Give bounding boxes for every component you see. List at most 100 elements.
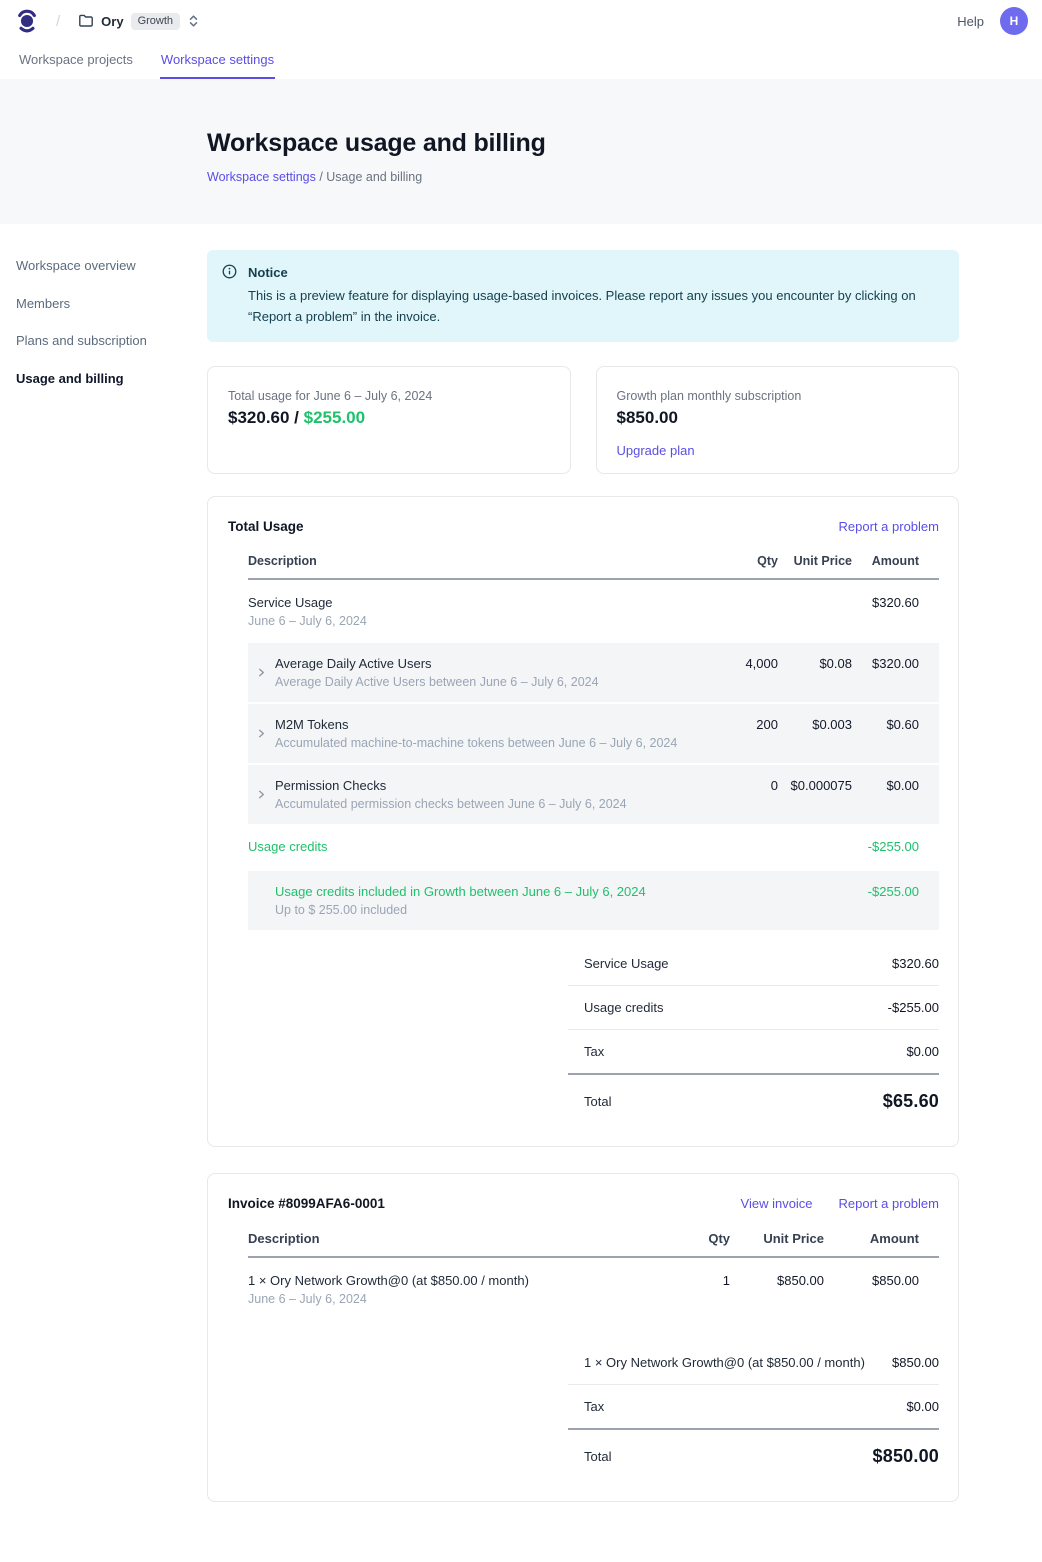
invoice-totals: 1 × Ory Network Growth@0 (at $850.00 / m…: [568, 1341, 939, 1481]
sidebar-item-plans-subscription[interactable]: Plans and subscription: [16, 328, 207, 353]
col-qty: Qty: [708, 554, 778, 568]
invoice-table-header: Description Qty Unit Price Amount: [248, 1231, 939, 1258]
table-row[interactable]: Permission Checks Accumulated permission …: [248, 765, 939, 824]
totals-label: Tax: [584, 1399, 604, 1414]
col-unit-price: Unit Price: [778, 554, 852, 568]
breadcrumb-divider: /: [316, 170, 326, 184]
totals-label: Usage credits: [584, 1000, 663, 1015]
usage-totals: Service Usage $320.60 Usage credits -$25…: [568, 942, 939, 1126]
totals-label: 1 × Ory Network Growth@0 (at $850.00 / m…: [584, 1355, 865, 1370]
table-row[interactable]: M2M Tokens Accumulated machine-to-machine…: [248, 704, 939, 763]
col-description: Description: [248, 554, 708, 568]
chevron-right-icon[interactable]: [256, 667, 267, 678]
workspace-name: Ory: [101, 14, 123, 29]
table-row: Usage credits included in Growth between…: [248, 871, 939, 930]
row-title: M2M Tokens: [275, 717, 677, 732]
tab-workspace-settings[interactable]: Workspace settings: [160, 42, 275, 79]
view-invoice-link[interactable]: View invoice: [741, 1196, 813, 1211]
breadcrumb-settings-link[interactable]: Workspace settings: [207, 170, 316, 184]
report-problem-link[interactable]: Report a problem: [839, 1196, 939, 1211]
help-button[interactable]: Help: [957, 14, 984, 29]
row-amount: -$255.00: [852, 884, 939, 899]
row-amount: $0.00: [852, 778, 939, 793]
table-row: Usage credits -$255.00: [248, 824, 939, 868]
sidebar-item-usage-billing[interactable]: Usage and billing: [16, 366, 207, 391]
totals-label: Tax: [584, 1044, 604, 1059]
row-amount: -$255.00: [852, 839, 939, 854]
subscription-value: $850.00: [617, 408, 939, 428]
col-unit-price: Unit Price: [730, 1231, 824, 1246]
usage-amount: $320.60: [228, 408, 289, 427]
user-avatar[interactable]: H: [1000, 7, 1028, 35]
row-title: Usage credits: [248, 839, 708, 854]
invoice-card: Invoice #8099AFA6-0001 View invoice Repo…: [207, 1173, 959, 1502]
ory-logo-icon[interactable]: [16, 8, 38, 34]
preview-notice: Notice This is a preview feature for dis…: [207, 250, 959, 342]
row-title: Usage credits included in Growth between…: [275, 884, 708, 899]
row-unit-price: $0.003: [778, 717, 852, 732]
totals-row-total: Total $850.00: [568, 1428, 939, 1481]
tab-workspace-projects[interactable]: Workspace projects: [18, 42, 134, 79]
report-problem-link[interactable]: Report a problem: [839, 519, 939, 534]
row-amount: $320.00: [852, 656, 939, 671]
col-amount: Amount: [852, 554, 939, 568]
totals-amount: $0.00: [906, 1399, 939, 1414]
totals-amount: $0.00: [906, 1044, 939, 1059]
subscription-label: Growth plan monthly subscription: [617, 389, 939, 403]
totals-amount: $850.00: [892, 1355, 939, 1370]
totals-row: Tax $0.00: [568, 1030, 939, 1073]
usage-value-separator: /: [289, 408, 303, 427]
summary-cards: Total usage for June 6 – July 6, 2024 $3…: [207, 366, 959, 474]
chevron-right-icon[interactable]: [256, 789, 267, 800]
breadcrumb: Workspace settings / Usage and billing: [207, 170, 1042, 184]
col-description: Description: [248, 1231, 660, 1246]
caret-sort-icon: [187, 14, 200, 28]
chevron-right-icon[interactable]: [256, 728, 267, 739]
totals-row: Tax $0.00: [568, 1385, 939, 1428]
main-content: Notice This is a preview feature for dis…: [207, 224, 959, 1562]
top-bar: / Ory Growth Help H: [0, 0, 1042, 42]
row-qty: 1: [660, 1273, 730, 1288]
invoice-title: Invoice #8099AFA6-0001: [228, 1196, 385, 1211]
info-icon: [222, 263, 237, 327]
sidebar-item-members[interactable]: Members: [16, 291, 207, 316]
breadcrumb-separator: /: [56, 13, 60, 30]
row-unit-price: $850.00: [730, 1273, 824, 1288]
row-subtitle: Accumulated machine-to-machine tokens be…: [275, 736, 677, 750]
page-header: Workspace usage and billing Workspace se…: [0, 79, 1042, 224]
totals-row: Usage credits -$255.00: [568, 986, 939, 1030]
totals-amount: $320.60: [892, 956, 939, 971]
row-subtitle: Up to $ 255.00 included: [275, 903, 708, 917]
row-title: Service Usage: [248, 595, 708, 610]
usage-card-title: Total Usage: [228, 519, 304, 534]
row-title: Permission Checks: [275, 778, 627, 793]
workspace-switcher[interactable]: Ory Growth: [76, 9, 202, 34]
notice-title: Notice: [248, 263, 938, 284]
row-title: Average Daily Active Users: [275, 656, 599, 671]
grand-total-amount: $850.00: [873, 1446, 939, 1467]
notice-text: This is a preview feature for displaying…: [248, 286, 938, 328]
table-row[interactable]: Average Daily Active UsersAverage Daily …: [248, 643, 939, 702]
row-qty: 4,000: [708, 656, 778, 671]
totals-row: 1 × Ory Network Growth@0 (at $850.00 / m…: [568, 1341, 939, 1385]
row-qty: 0: [708, 778, 778, 793]
subscription-card: Growth plan monthly subscription $850.00…: [596, 366, 960, 474]
totals-row: Service Usage $320.60: [568, 942, 939, 986]
row-amount: $0.60: [852, 717, 939, 732]
grand-total-amount: $65.60: [883, 1091, 939, 1112]
usage-table: Description Qty Unit Price Amount Servic…: [248, 554, 939, 930]
totals-label: Total: [584, 1449, 611, 1464]
upgrade-plan-link[interactable]: Upgrade plan: [617, 443, 695, 458]
row-title: 1 × Ory Network Growth@0 (at $850.00 / m…: [248, 1273, 660, 1288]
table-row: 1 × Ory Network Growth@0 (at $850.00 / m…: [248, 1258, 939, 1319]
sidebar-item-workspace-overview[interactable]: Workspace overview: [16, 253, 207, 278]
col-qty: Qty: [660, 1231, 730, 1246]
row-unit-price: $0.000075: [778, 778, 852, 793]
row-subtitle: Accumulated permission checks between Ju…: [275, 797, 627, 811]
totals-amount: -$255.00: [888, 1000, 939, 1015]
workspace-tabs: Workspace projects Workspace settings: [0, 42, 1042, 79]
folder-icon: [78, 13, 94, 29]
row-amount: $320.60: [852, 595, 939, 610]
row-qty: 200: [708, 717, 778, 732]
invoice-table: Description Qty Unit Price Amount 1 × Or…: [248, 1231, 939, 1319]
